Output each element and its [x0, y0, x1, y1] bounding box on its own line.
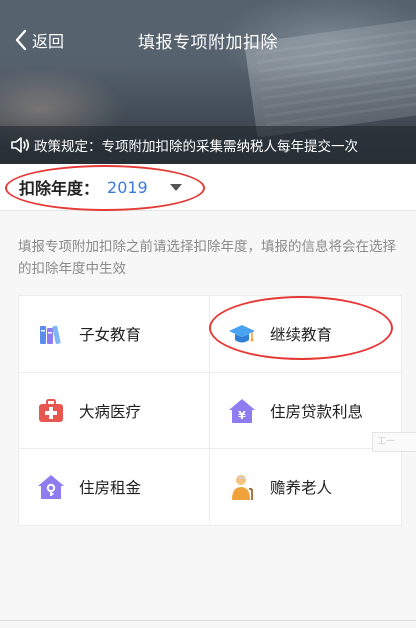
house-yen-icon: ¥ [229, 399, 255, 423]
divider [0, 620, 416, 621]
category-children-education[interactable]: 子女教育 [19, 296, 209, 372]
category-label: 大病医疗 [79, 403, 142, 421]
policy-notice-text: 政策规定：专项附加扣除的采集需纳税人每年提交一次 [34, 139, 358, 155]
policy-notice: 政策规定：专项附加扣除的采集需纳税人每年提交一次 [0, 126, 416, 164]
category-label: 继续教育 [270, 326, 333, 344]
books-icon [40, 325, 61, 345]
category-elderly-support[interactable]: 赡养老人 [210, 449, 400, 525]
category-label: 赡养老人 [270, 479, 333, 497]
side-tab[interactable]: 工一 [372, 432, 416, 452]
category-label: 住房租金 [79, 479, 142, 497]
header-banner: 返回 填报专项附加扣除 政策规定：专项附加扣除的采集需纳税人每年提交一次 [0, 0, 416, 164]
category-serious-illness-medical[interactable]: 大病医疗 [19, 373, 209, 449]
nav-bar: 返回 填报专项附加扣除 [0, 22, 416, 58]
deduction-category-grid: 子女教育 继续教育 大病医疗 ¥ 住房贷款利息 住房租金 赡养老人 [18, 295, 402, 526]
house-key-icon [38, 475, 64, 499]
category-housing-rent[interactable]: 住房租金 [19, 449, 209, 525]
category-label: 住房贷款利息 [270, 403, 364, 421]
svg-text:¥: ¥ [238, 409, 246, 422]
year-dropdown[interactable] [10, 168, 200, 206]
category-label: 子女教育 [79, 326, 142, 344]
graduation-cap-icon [229, 325, 255, 343]
page-title: 填报专项附加扣除 [138, 33, 278, 53]
elder-person-icon [232, 475, 253, 500]
medical-kit-icon [39, 399, 63, 422]
year-selector: 扣除年度： 2019 [0, 164, 416, 211]
category-continuing-education[interactable]: 继续教育 [210, 296, 400, 372]
speaker-icon [11, 137, 30, 153]
year-description: 填报专项附加扣除之前请选择扣除年度，填报的信息将会在选择的扣除年度中生效 [18, 239, 396, 277]
